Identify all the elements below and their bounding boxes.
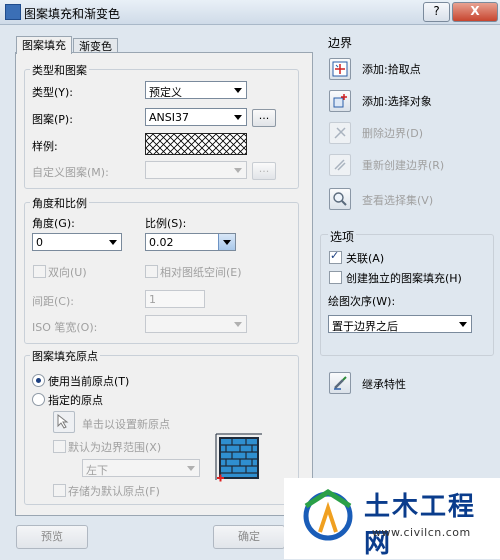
type-label: 类型(Y): — [32, 86, 74, 99]
close-button[interactable]: X — [452, 2, 498, 22]
type-select[interactable]: 预定义 — [145, 81, 247, 99]
type-pattern-legend: 类型和图案 — [30, 62, 89, 78]
store-default-origin-label: 存储为默认原点(F) — [68, 485, 160, 498]
help-button[interactable]: ? — [423, 2, 450, 22]
recreate-boundary-label: 重新创建边界(R) — [362, 159, 445, 172]
tab-hatch[interactable]: 图案填充 — [16, 36, 72, 54]
type-select-value: 预定义 — [149, 86, 182, 99]
default-extent-checkbox[interactable] — [53, 440, 66, 453]
relative-paper-label: 相对图纸空间(E) — [160, 266, 242, 279]
remove-boundaries-button[interactable] — [329, 122, 351, 144]
watermark: 土木工程网 www.civilcn.com — [284, 478, 500, 559]
separate-hatches-label: 创建独立的图案填充(H) — [346, 272, 462, 285]
add-pick-points-label: 添加:拾取点 — [362, 63, 421, 76]
use-current-origin-label: 使用当前原点(T) — [48, 375, 130, 388]
store-default-origin-checkbox[interactable] — [53, 484, 66, 497]
pattern-label: 图案(P): — [32, 113, 73, 126]
inherit-properties-label: 继承特性 — [362, 378, 406, 391]
origin-legend: 图案填充原点 — [30, 348, 100, 364]
ok-button[interactable]: 确定 — [213, 525, 285, 549]
preview-button[interactable]: 预览 — [16, 525, 88, 549]
custom-browse-button[interactable]: ... — [252, 162, 276, 180]
title-bar: 图案填充和渐变色 ? X — [0, 0, 500, 25]
chevron-down-icon — [234, 88, 242, 93]
pick-points-icon — [332, 61, 348, 77]
specified-origin-radio[interactable] — [32, 393, 45, 406]
watermark-url: www.civilcn.com — [372, 526, 471, 539]
spacing-label: 间距(C): — [32, 295, 74, 308]
magnifier-icon — [333, 192, 347, 206]
spacing-value: 1 — [149, 293, 156, 306]
pattern-swatch[interactable] — [145, 133, 247, 155]
default-extent-label: 默认为边界范围(X) — [68, 441, 162, 454]
add-select-objects-button[interactable] — [329, 90, 351, 112]
double-checkbox[interactable] — [33, 265, 46, 278]
set-origin-button[interactable] — [53, 411, 75, 433]
pattern-select[interactable]: ANSI37 — [145, 108, 247, 126]
chevron-down-icon — [223, 240, 231, 245]
civilcn-logo-icon — [298, 484, 358, 551]
add-select-objects-label: 添加:选择对象 — [362, 95, 432, 108]
click-set-origin-label: 单击以设置新原点 — [82, 418, 170, 431]
window-title: 图案填充和渐变色 — [24, 7, 121, 21]
remove-boundaries-label: 删除边界(D) — [362, 127, 424, 140]
view-selections-button[interactable] — [329, 188, 351, 210]
associative-checkbox[interactable] — [329, 249, 342, 264]
options-title: 选项 — [328, 228, 357, 245]
chevron-down-icon — [109, 240, 117, 245]
relative-paper-checkbox[interactable] — [145, 265, 158, 278]
chevron-down-icon — [234, 115, 242, 120]
scale-label: 比例(S): — [145, 217, 187, 230]
custom-pattern-select[interactable] — [145, 161, 247, 179]
brick-wall-icon — [214, 432, 264, 487]
pattern-select-value: ANSI37 — [149, 111, 189, 124]
boundaries-title: 边界 — [328, 36, 353, 50]
extent-select[interactable]: 左下 — [82, 459, 200, 477]
custom-pattern-label: 自定义图案(M): — [32, 166, 109, 179]
recreate-boundary-icon — [334, 159, 346, 171]
remove-boundary-icon — [334, 127, 346, 139]
watermark-title: 土木工程网 — [364, 492, 477, 559]
brush-icon — [334, 376, 347, 390]
chevron-down-icon — [234, 322, 242, 327]
specified-origin-label: 指定的原点 — [48, 394, 103, 407]
spacing-input[interactable]: 1 — [145, 290, 205, 308]
draw-order-select[interactable]: 置于边界之后 — [328, 315, 472, 333]
swatch-label: 样例: — [32, 140, 58, 153]
chevron-down-icon — [234, 168, 242, 173]
scale-select-value: 0.02 — [149, 236, 174, 249]
scale-select[interactable]: 0.02 — [145, 233, 236, 251]
chevron-down-icon — [459, 322, 467, 327]
use-current-origin-radio[interactable] — [32, 374, 45, 387]
dropdown-button[interactable] — [218, 234, 235, 250]
separate-hatches-checkbox[interactable] — [329, 271, 342, 284]
iso-pen-select[interactable] — [145, 315, 247, 333]
angle-select[interactable]: 0 — [32, 233, 122, 251]
extent-value: 左下 — [86, 464, 108, 477]
crosshatch-swatch — [146, 134, 246, 154]
inherit-properties-button[interactable] — [329, 372, 351, 394]
associative-label: 关联(A) — [346, 252, 385, 265]
add-pick-points-button[interactable] — [329, 58, 351, 80]
app-icon — [5, 4, 21, 20]
angle-scale-legend: 角度和比例 — [30, 195, 89, 211]
iso-pen-label: ISO 笔宽(O): — [32, 321, 98, 334]
chevron-down-icon — [187, 466, 195, 471]
pick-cursor-icon — [57, 413, 69, 429]
view-selections-label: 查看选择集(V) — [362, 194, 434, 207]
angle-label: 角度(G): — [32, 217, 75, 230]
draw-order-label: 绘图次序(W): — [328, 295, 396, 308]
recreate-boundary-button[interactable] — [329, 154, 351, 176]
select-objects-icon — [333, 94, 347, 108]
double-label: 双向(U) — [48, 266, 87, 279]
angle-select-value: 0 — [36, 236, 43, 249]
pattern-browse-button[interactable]: ... — [252, 109, 276, 127]
draw-order-value: 置于边界之后 — [332, 320, 398, 333]
